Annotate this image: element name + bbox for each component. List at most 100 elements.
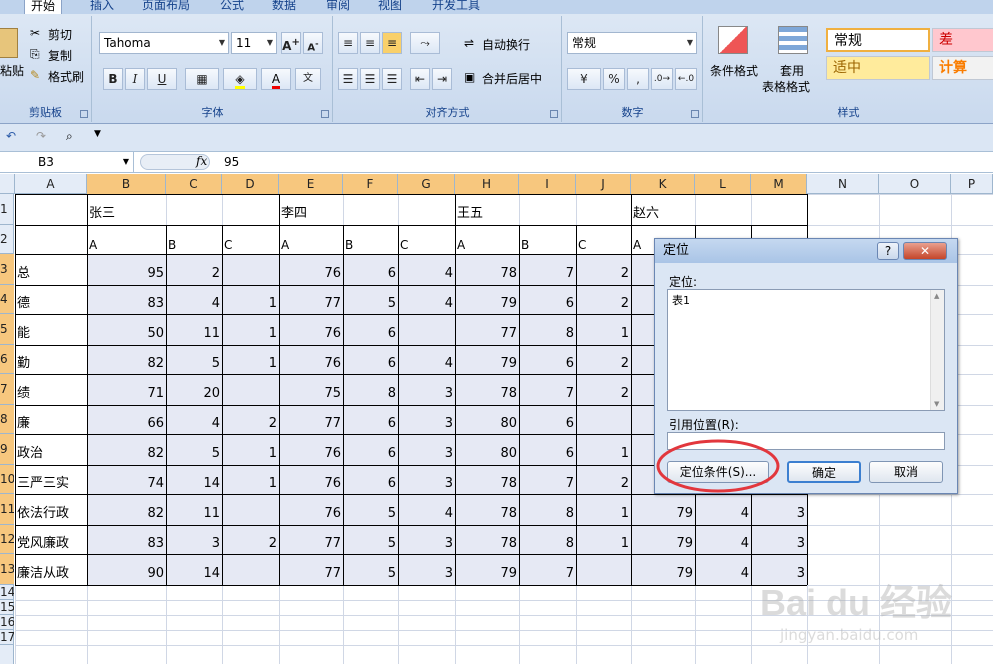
fx-icon[interactable]: fx <box>196 154 207 168</box>
number-launcher-icon[interactable] <box>691 110 699 118</box>
table-cell[interactable]: 2 <box>576 254 631 285</box>
table-cell[interactable]: 77 <box>279 285 343 314</box>
table-cell[interactable]: 3 <box>398 554 455 585</box>
table-cell[interactable]: 77 <box>279 554 343 585</box>
table-cell[interactable]: 6 <box>519 285 576 314</box>
table-cell[interactable]: 1 <box>576 494 631 525</box>
decrease-indent-button[interactable]: ⇤ <box>410 68 430 90</box>
row-header-17[interactable]: 17 <box>0 630 14 645</box>
table-cell[interactable]: 7 <box>519 554 576 585</box>
table-cell[interactable]: 79 <box>455 554 519 585</box>
select-all-corner[interactable] <box>0 174 15 194</box>
help-button[interactable]: ? <box>877 242 899 260</box>
scroll-down-icon[interactable]: ▼ <box>934 400 939 408</box>
tab-page-layout[interactable]: 页面布局 <box>136 0 196 14</box>
table-cell[interactable]: 78 <box>455 465 519 494</box>
table-cell[interactable]: 76 <box>279 434 343 465</box>
table-cell[interactable]: 79 <box>631 494 695 525</box>
row-header-8[interactable]: 8 <box>0 405 14 434</box>
table-cell[interactable]: 79 <box>455 345 519 374</box>
table-cell[interactable]: 3 <box>398 434 455 465</box>
table-cell[interactable]: 1 <box>222 285 279 314</box>
table-cell[interactable]: 1 <box>222 434 279 465</box>
table-cell[interactable]: 66 <box>87 405 166 434</box>
column-header-B[interactable]: B <box>87 174 166 194</box>
table-cell[interactable]: 8 <box>519 525 576 554</box>
sub-header[interactable]: C <box>222 234 252 254</box>
table-cell[interactable]: 2 <box>166 254 222 285</box>
row-label[interactable]: 党风廉政 <box>15 525 87 554</box>
table-cell[interactable]: 6 <box>519 434 576 465</box>
column-header-L[interactable]: L <box>695 174 751 194</box>
row-header-10[interactable]: 10 <box>0 465 14 494</box>
table-cell[interactable]: 3 <box>751 525 807 554</box>
tab-review[interactable]: 审阅 <box>320 0 356 14</box>
table-cell[interactable]: 2 <box>222 525 279 554</box>
table-cell[interactable]: 4 <box>166 405 222 434</box>
table-cell[interactable]: 4 <box>166 285 222 314</box>
sub-header[interactable]: B <box>519 234 549 254</box>
table-cell[interactable]: 5 <box>166 345 222 374</box>
style-calculation[interactable]: 计算 <box>932 56 993 80</box>
table-cell[interactable]: 6 <box>343 405 398 434</box>
bold-button[interactable]: B <box>103 68 123 90</box>
table-cell[interactable]: 76 <box>279 345 343 374</box>
table-cell[interactable]: 20 <box>166 374 222 405</box>
clipboard-launcher-icon[interactable] <box>80 110 88 118</box>
table-cell[interactable]: 4 <box>398 285 455 314</box>
sub-header[interactable]: A <box>455 234 485 254</box>
align-middle-button[interactable]: ≡ <box>360 32 380 54</box>
row-header-3[interactable]: 3 <box>0 254 14 285</box>
row-header-4[interactable]: 4 <box>0 285 14 314</box>
close-button[interactable]: ✕ <box>903 242 947 260</box>
align-left-button[interactable]: ☰ <box>338 68 358 90</box>
table-cell[interactable]: 8 <box>519 314 576 345</box>
table-cell[interactable]: 71 <box>87 374 166 405</box>
table-cell[interactable]: 4 <box>398 494 455 525</box>
table-cell[interactable]: 78 <box>455 525 519 554</box>
table-cell[interactable]: 6 <box>343 465 398 494</box>
column-header-P[interactable]: P <box>951 174 993 194</box>
sub-header[interactable]: A <box>87 234 117 254</box>
table-cell[interactable]: 2 <box>576 285 631 314</box>
sub-header[interactable]: A <box>279 234 309 254</box>
row-label[interactable]: 绩 <box>15 374 87 405</box>
person-name[interactable]: 李四 <box>279 200 359 220</box>
table-cell[interactable]: 5 <box>343 525 398 554</box>
table-cell[interactable]: 77 <box>279 525 343 554</box>
table-cell[interactable]: 5 <box>343 285 398 314</box>
row-header-5[interactable]: 5 <box>0 314 14 345</box>
column-header-N[interactable]: N <box>807 174 879 194</box>
shrink-font-button[interactable]: A- <box>303 32 323 54</box>
style-normal[interactable]: 常规 <box>826 28 930 52</box>
increase-decimal-button[interactable]: .0→ <box>651 68 673 90</box>
row-header-6[interactable]: 6 <box>0 345 14 374</box>
table-cell[interactable]: 14 <box>166 554 222 585</box>
style-neutral[interactable]: 适中 <box>826 56 930 80</box>
table-cell[interactable]: 3 <box>751 494 807 525</box>
table-cell[interactable]: 7 <box>519 374 576 405</box>
row-header-1[interactable]: 1 <box>0 194 14 225</box>
wrap-text-button[interactable]: 自动换行 <box>482 36 530 53</box>
person-name[interactable]: 王五 <box>455 200 535 220</box>
row-label[interactable]: 廉 <box>15 405 87 434</box>
row-label[interactable]: 廉洁从政 <box>15 554 87 585</box>
percent-button[interactable]: % <box>603 68 625 90</box>
table-cell[interactable]: 78 <box>455 374 519 405</box>
style-bad[interactable]: 差 <box>932 28 993 52</box>
table-cell[interactable]: 5 <box>343 554 398 585</box>
table-cell[interactable]: 3 <box>398 374 455 405</box>
person-name[interactable]: 赵六 <box>631 200 711 220</box>
cancel-button[interactable]: 取消 <box>869 461 943 483</box>
sub-header[interactable]: B <box>343 234 373 254</box>
row-label[interactable]: 三严三实 <box>15 465 87 494</box>
table-cell[interactable]: 82 <box>87 434 166 465</box>
format-painter-button[interactable]: 格式刷 <box>48 68 84 85</box>
paste-icon[interactable] <box>0 28 18 58</box>
print-preview-icon[interactable]: ⌕ <box>66 129 73 144</box>
table-cell[interactable]: 1 <box>576 434 631 465</box>
table-cell[interactable]: 7 <box>519 465 576 494</box>
column-header-D[interactable]: D <box>222 174 279 194</box>
table-cell[interactable]: 4 <box>695 494 751 525</box>
border-button[interactable]: ▦ <box>185 68 219 90</box>
